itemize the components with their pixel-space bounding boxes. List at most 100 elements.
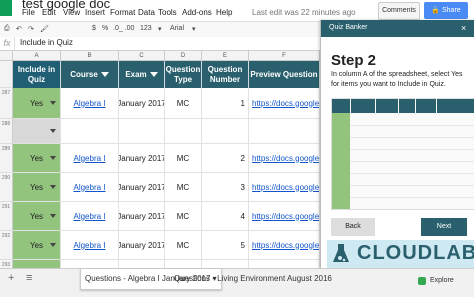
column-header-e[interactable]: E: [202, 51, 249, 61]
cell-exam[interactable]: January 2017: [119, 173, 165, 202]
row-number[interactable]: 292: [0, 231, 13, 260]
cell-preview[interactable]: https://docs.google.c: [249, 202, 320, 231]
row-header[interactable]: [0, 61, 13, 88]
row-number[interactable]: 293: [0, 260, 13, 268]
cell-type[interactable]: MC: [165, 231, 202, 260]
explore-button[interactable]: Explore: [430, 277, 454, 284]
include-dropdown-cell[interactable]: Yes: [13, 260, 61, 268]
cell-course[interactable]: Algebra I: [61, 260, 119, 268]
header-course[interactable]: Course: [61, 61, 119, 88]
formula-input[interactable]: Include in Quiz: [20, 38, 73, 47]
back-button[interactable]: Back: [331, 218, 375, 236]
include-dropdown-cell[interactable]: Yes: [13, 173, 61, 202]
paint-format-icon[interactable]: 🖌: [40, 25, 49, 33]
percent-button[interactable]: %: [102, 25, 108, 32]
cell-exam[interactable]: January 2017: [119, 231, 165, 260]
last-edit-status[interactable]: Last edit was 22 minutes ago: [252, 8, 356, 17]
cell-course[interactable]: Algebra I: [61, 231, 119, 260]
explore-icon[interactable]: [418, 277, 426, 285]
menu-insert[interactable]: Insert: [85, 8, 105, 17]
add-sheet-icon[interactable]: +: [8, 272, 14, 284]
cell-type[interactable]: MC: [165, 173, 202, 202]
chevron-down-icon[interactable]: [50, 214, 56, 218]
all-sheets-icon[interactable]: ≡: [26, 272, 32, 284]
currency-button[interactable]: $: [92, 25, 96, 32]
cell-preview[interactable]: https://docs.google.c: [249, 173, 320, 202]
cell-exam[interactable]: [119, 119, 165, 144]
menu-addons[interactable]: Add-ons: [182, 8, 212, 17]
include-dropdown-cell[interactable]: Yes: [13, 202, 61, 231]
header-question-number[interactable]: Question Number: [202, 61, 249, 88]
cell-type[interactable]: MC: [165, 88, 202, 119]
chevron-down-icon[interactable]: ▾: [192, 25, 196, 33]
column-header-f[interactable]: F: [249, 51, 320, 61]
include-dropdown-cell[interactable]: Yes: [13, 231, 61, 260]
cell-qnum[interactable]: 3: [202, 173, 249, 202]
cell-preview[interactable]: https://docs.google.c: [249, 88, 320, 119]
cell-qnum[interactable]: 6: [202, 260, 249, 268]
print-icon[interactable]: ⎙: [4, 25, 10, 33]
undo-icon[interactable]: ↶: [16, 25, 22, 33]
filter-icon[interactable]: [100, 72, 109, 77]
cell-type[interactable]: MC: [165, 202, 202, 231]
row-number[interactable]: 287: [0, 88, 13, 119]
next-button[interactable]: Next: [421, 218, 467, 236]
include-dropdown-cell[interactable]: Yes: [13, 144, 61, 173]
cell-preview[interactable]: https://docs.google.c: [249, 144, 320, 173]
cell-qnum[interactable]: 4: [202, 202, 249, 231]
cell-course[interactable]: Algebra I: [61, 202, 119, 231]
chevron-down-icon[interactable]: [50, 101, 56, 105]
cell-course[interactable]: Algebra I: [61, 144, 119, 173]
redo-icon[interactable]: ↷: [28, 25, 34, 33]
cell-exam[interactable]: January 2017: [119, 88, 165, 119]
cell-course[interactable]: Algebra I: [61, 173, 119, 202]
menu-format[interactable]: Format: [110, 8, 135, 17]
row-number[interactable]: 288: [0, 119, 13, 144]
chevron-down-icon[interactable]: [50, 156, 56, 160]
menu-data[interactable]: Data: [138, 8, 155, 17]
header-include-in-quiz[interactable]: Include in Quiz: [13, 61, 61, 88]
font-select[interactable]: Arial: [170, 25, 184, 32]
row-number[interactable]: 289: [0, 144, 13, 173]
cell-type[interactable]: MC: [165, 260, 202, 268]
filter-icon[interactable]: [149, 72, 158, 77]
cell-course[interactable]: Algebra I: [61, 88, 119, 119]
column-header-c[interactable]: C: [119, 51, 165, 61]
column-header-b[interactable]: B: [61, 51, 119, 61]
chevron-down-icon[interactable]: [50, 185, 56, 189]
chevron-down-icon[interactable]: [50, 243, 56, 247]
column-header-d[interactable]: D: [165, 51, 202, 61]
header-preview-question[interactable]: Preview Question: [249, 61, 320, 88]
tab-questions-living-environment[interactable]: Questions - Living Environment August 20…: [170, 269, 336, 289]
cell-exam[interactable]: January 2017: [119, 260, 165, 268]
row-number[interactable]: 290: [0, 173, 13, 202]
cell-preview[interactable]: https://docs.google.c: [249, 231, 320, 260]
more-formats-button[interactable]: 123: [140, 25, 152, 32]
include-dropdown-cell[interactable]: Yes: [13, 88, 61, 119]
chevron-down-icon[interactable]: [50, 129, 56, 133]
cell-qnum[interactable]: 1: [202, 88, 249, 119]
close-icon[interactable]: ×: [461, 23, 466, 33]
menu-file[interactable]: File: [22, 8, 35, 17]
cell-exam[interactable]: January 2017: [119, 202, 165, 231]
column-header-a[interactable]: A: [13, 51, 61, 61]
menu-edit[interactable]: Edit: [42, 8, 56, 17]
cell-preview[interactable]: [249, 119, 320, 144]
cell-preview[interactable]: https://docs.google.c: [249, 260, 320, 268]
cell-exam[interactable]: January 2017: [119, 144, 165, 173]
decimal-buttons[interactable]: .0_ .00: [113, 25, 134, 32]
share-button[interactable]: 🔒 Share: [424, 2, 468, 19]
menu-help[interactable]: Help: [216, 8, 232, 17]
menu-view[interactable]: View: [63, 8, 80, 17]
cell-course[interactable]: [61, 119, 119, 144]
header-question-type[interactable]: Question Type: [165, 61, 202, 88]
menu-tools[interactable]: Tools: [158, 8, 177, 17]
row-number[interactable]: 291: [0, 202, 13, 231]
cell-qnum[interactable]: [202, 119, 249, 144]
include-dropdown-cell[interactable]: [13, 119, 61, 144]
header-exam[interactable]: Exam: [119, 61, 165, 88]
cell-qnum[interactable]: 2: [202, 144, 249, 173]
cell-qnum[interactable]: 5: [202, 231, 249, 260]
select-all-corner[interactable]: [0, 51, 13, 61]
cell-type[interactable]: [165, 119, 202, 144]
